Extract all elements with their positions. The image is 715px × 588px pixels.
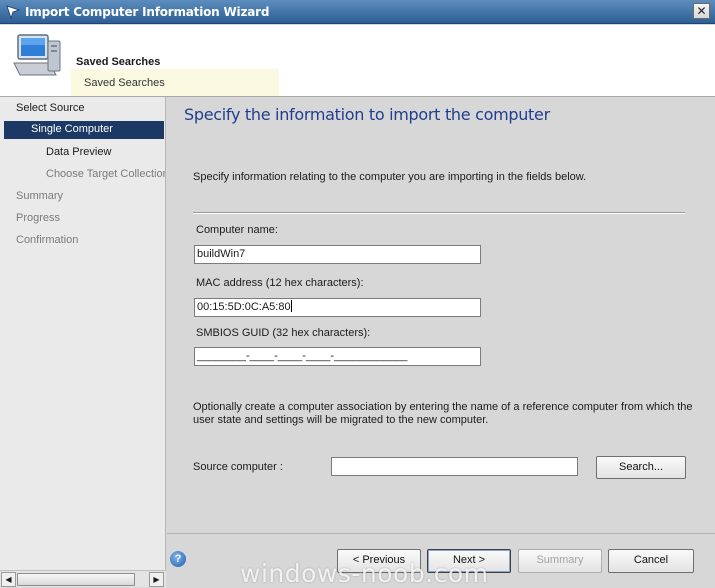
- scroll-right-arrow-icon[interactable]: ▶: [149, 572, 164, 587]
- text-caret: [290, 300, 292, 312]
- association-text: Optionally create a computer association…: [193, 401, 693, 426]
- main-content: Specify the information to import the co…: [167, 97, 715, 533]
- scroll-left-arrow-icon[interactable]: ◀: [1, 572, 16, 587]
- mac-address-label: MAC address (12 hex characters):: [196, 277, 364, 289]
- nav-item-select-source[interactable]: Select Source: [16, 100, 84, 118]
- search-button[interactable]: Search...: [596, 456, 686, 479]
- wizard-app-icon: [6, 5, 20, 19]
- nav-item-progress[interactable]: Progress: [16, 210, 60, 228]
- instructions-text: Specify information relating to the comp…: [193, 171, 587, 183]
- scrollbar-thumb[interactable]: [17, 573, 135, 586]
- help-icon[interactable]: ?: [170, 551, 186, 567]
- computer-name-input[interactable]: buildWin7: [194, 245, 481, 264]
- close-icon: ✕: [696, 4, 707, 18]
- computer-icon: [13, 34, 61, 76]
- header-title: Saved Searches: [76, 56, 161, 68]
- nav-item-summary[interactable]: Summary: [16, 188, 63, 206]
- cancel-button[interactable]: Cancel: [608, 549, 694, 573]
- mac-address-value: 00:15:5D:0C:A5:80: [197, 301, 291, 313]
- summary-button[interactable]: Summary: [518, 549, 602, 573]
- smbios-guid-input[interactable]: ________-____-____-____-____________: [194, 347, 481, 366]
- sidebar-horizontal-scrollbar[interactable]: ◀ ▶: [0, 570, 166, 587]
- nav-item-confirmation[interactable]: Confirmation: [16, 232, 78, 250]
- computer-name-label: Computer name:: [196, 224, 278, 236]
- source-computer-label: Source computer :: [193, 461, 283, 473]
- wizard-header: Saved Searches Saved Searches: [0, 25, 715, 97]
- title-bar[interactable]: Import Computer Information Wizard ✕: [0, 0, 715, 24]
- section-divider: [193, 212, 685, 214]
- nav-item-data-preview[interactable]: Data Preview: [46, 144, 111, 162]
- mac-address-input[interactable]: 00:15:5D:0C:A5:80: [194, 298, 481, 317]
- nav-item-single-computer[interactable]: Single Computer: [4, 121, 164, 139]
- header-subtitle: Saved Searches: [84, 77, 165, 89]
- page-title: Specify the information to import the co…: [184, 105, 550, 124]
- smbios-guid-label: SMBIOS GUID (32 hex characters):: [196, 327, 371, 339]
- window-title: Import Computer Information Wizard: [25, 5, 270, 19]
- watermark-text: windows-noob.com: [240, 559, 489, 588]
- close-button[interactable]: ✕: [693, 3, 710, 19]
- nav-item-choose-target-collection[interactable]: Choose Target Collection: [46, 166, 165, 184]
- wizard-step-nav: Select Source Single Computer Data Previ…: [0, 97, 166, 570]
- source-computer-input[interactable]: [331, 457, 578, 476]
